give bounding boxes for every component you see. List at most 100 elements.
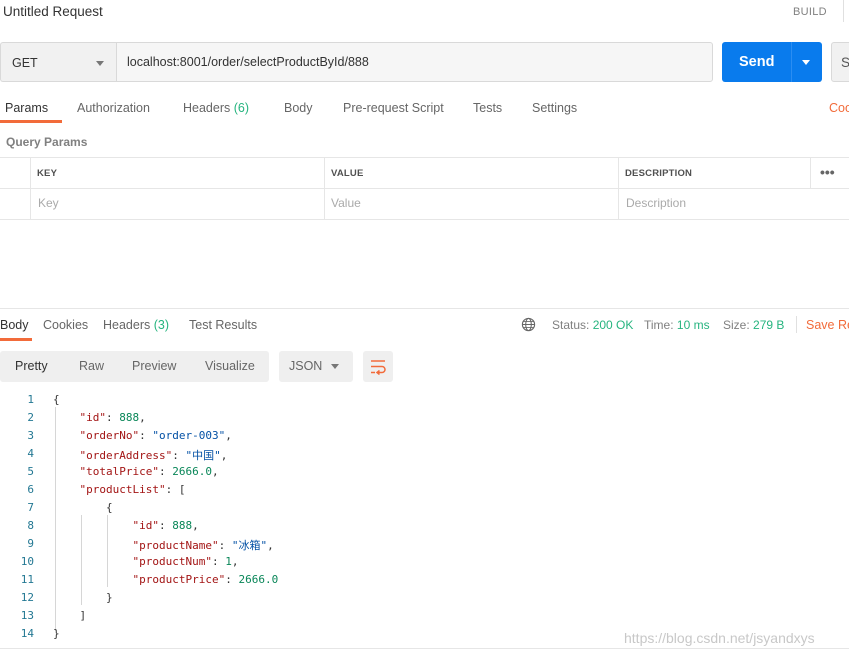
request-title[interactable]: Untitled Request (3, 4, 103, 19)
tab-label: Body (0, 318, 29, 332)
active-tab-indicator (0, 338, 32, 341)
value-input[interactable]: Value (331, 196, 361, 210)
line-number: 8 (27, 519, 34, 532)
view-preview-button[interactable]: Preview (132, 359, 176, 373)
request-title-bar: Untitled Request BUILD (0, 0, 849, 26)
save-label: S (841, 55, 849, 70)
send-options-chevron-icon[interactable] (802, 60, 810, 65)
divider (791, 42, 792, 82)
column-header-key: KEY (37, 168, 58, 179)
time-info: Time: 10 ms (644, 318, 710, 332)
size-value[interactable]: 279 B (753, 318, 784, 332)
send-label: Send (739, 54, 775, 70)
size-info: Size: 279 B (723, 318, 784, 332)
response-tab-test-results[interactable]: Test Results (189, 318, 257, 332)
description-input[interactable]: Description (626, 196, 686, 210)
wrap-lines-button[interactable] (363, 351, 393, 382)
tab-params[interactable]: Params (5, 101, 48, 115)
code-line: 12 } (0, 589, 849, 607)
line-number: 14 (20, 627, 34, 640)
code-text: "productPrice": 2666.0 (132, 573, 279, 586)
column-header-description: DESCRIPTION (625, 168, 693, 179)
status-value[interactable]: 200 OK (593, 318, 634, 332)
code-line: 9 "productName": "冰箱", (0, 535, 849, 553)
code-line: 2 "id": 888, (0, 409, 849, 427)
tab-label: Body (284, 101, 313, 115)
tab-authorization[interactable]: Authorization (77, 101, 150, 115)
response-tab-cookies[interactable]: Cookies (43, 318, 88, 332)
code-line: 11 "productPrice": 2666.0 (0, 571, 849, 589)
tab-label: Params (5, 101, 49, 115)
code-line: 4 "orderAddress": "中国", (0, 445, 849, 463)
code-text: "productList": [ (79, 483, 186, 496)
wrap-lines-icon (371, 360, 386, 376)
method-select[interactable]: GET (0, 42, 116, 82)
method-label: GET (12, 56, 38, 70)
line-number: 3 (27, 429, 34, 442)
tab-label: Headers (103, 318, 151, 332)
tab-headers[interactable]: Headers (6) (183, 101, 249, 115)
status-info: Status: 200 OK (552, 318, 633, 332)
divider (0, 188, 849, 189)
view-mode-group: Pretty Raw Preview Visualize (0, 351, 269, 382)
line-number: 4 (27, 447, 34, 460)
save-response-button[interactable]: Save Re (806, 318, 849, 332)
chevron-down-icon (331, 364, 339, 369)
view-visualize-button[interactable]: Visualize (205, 359, 255, 373)
ellipsis-icon[interactable]: ••• (820, 164, 835, 180)
format-label: JSON (289, 359, 323, 373)
query-params-table: KEY VALUE DESCRIPTION ••• Key Value Desc… (0, 157, 849, 220)
globe-icon[interactable] (521, 317, 536, 332)
line-number: 9 (27, 537, 34, 550)
tab-body[interactable]: Body (284, 101, 313, 115)
key-input[interactable]: Key (38, 196, 59, 210)
status-label: Status: (552, 318, 590, 332)
send-button[interactable]: Send (722, 42, 822, 82)
code-line: 13 ] (0, 607, 849, 625)
code-text: "orderNo": "order-003", (79, 429, 232, 442)
divider (0, 308, 849, 309)
line-number: 6 (27, 483, 34, 496)
code-text: "productNum": 1, (132, 555, 239, 568)
cookies-link[interactable]: Coo (829, 101, 849, 115)
watermark: https://blog.csdn.net/jsyandxys (624, 630, 815, 646)
code-line: 5 "totalPrice": 2666.0, (0, 463, 849, 481)
line-number: 2 (27, 411, 34, 424)
response-tab-body[interactable]: Body (0, 318, 29, 332)
code-text: } (53, 591, 113, 604)
format-select[interactable]: JSON (279, 351, 353, 382)
section-title: Query Params (6, 135, 88, 149)
divider (810, 157, 811, 188)
divider (796, 316, 797, 333)
code-text: { (53, 501, 113, 514)
divider (0, 219, 849, 220)
line-number: 7 (27, 501, 34, 514)
tab-label: Cookies (43, 318, 89, 332)
build-button[interactable]: BUILD (793, 6, 827, 18)
response-body-editor[interactable]: 1 { 2 "id": 888, 3 "orderNo": "order-003"… (0, 391, 849, 657)
line-number: 11 (20, 573, 34, 586)
time-value[interactable]: 10 ms (677, 318, 710, 332)
view-pretty-button[interactable]: Pretty (15, 359, 48, 373)
time-label: Time: (644, 318, 674, 332)
url-text: localhost:8001/order/selectProductById/8… (127, 55, 369, 69)
tab-label: Tests (473, 101, 503, 115)
url-input[interactable]: localhost:8001/order/selectProductById/8… (116, 42, 713, 82)
response-tab-headers[interactable]: Headers (3) (103, 318, 169, 332)
code-line: 3 "orderNo": "order-003", (0, 427, 849, 445)
view-raw-button[interactable]: Raw (79, 359, 104, 373)
tab-label: Settings (532, 101, 578, 115)
save-button[interactable]: S (831, 42, 849, 82)
line-number: 12 (20, 591, 34, 604)
code-line: 10 "productNum": 1, (0, 553, 849, 571)
line-number: 5 (27, 465, 34, 478)
code-line: 7 { (0, 499, 849, 517)
tab-tests[interactable]: Tests (473, 101, 502, 115)
code-text: ] (53, 609, 87, 622)
code-text: { (53, 393, 60, 406)
divider (0, 648, 849, 649)
tab-settings[interactable]: Settings (532, 101, 577, 115)
line-number: 10 (20, 555, 34, 568)
tab-pre-request-script[interactable]: Pre-request Script (343, 101, 444, 115)
line-number: 1 (27, 393, 34, 406)
